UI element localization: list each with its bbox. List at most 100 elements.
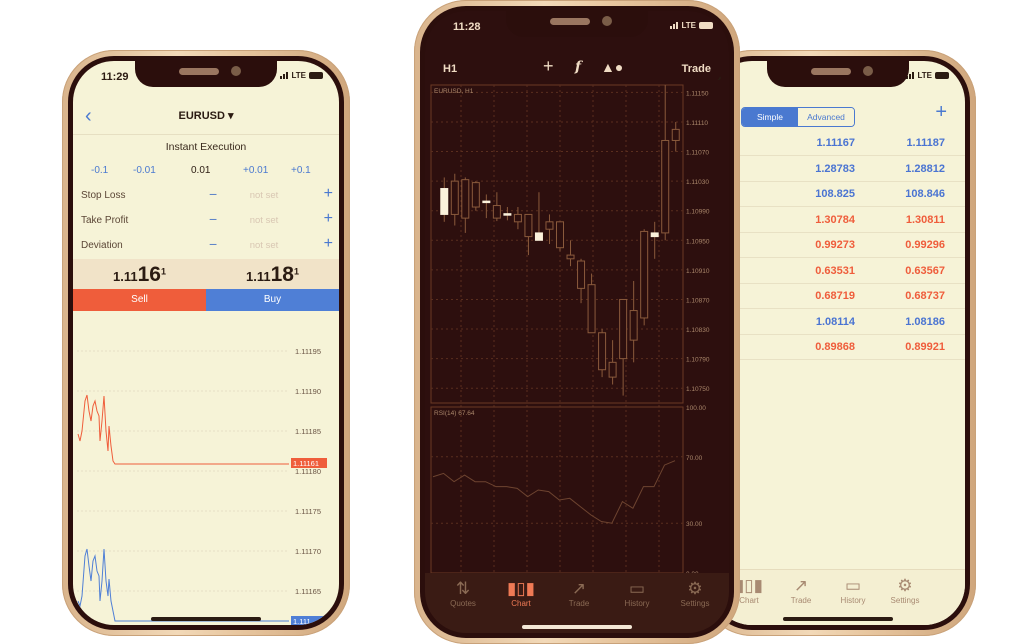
param-row: Take Profit − not set + bbox=[73, 210, 339, 234]
add-symbol-icon[interactable]: + bbox=[935, 101, 947, 124]
segment-simple[interactable]: Simple bbox=[742, 108, 798, 126]
phone-chart: 11:28 LTE H1 + f ▲● Trade 1.11150 1.11110… bbox=[414, 0, 740, 644]
execution-mode[interactable]: Instant Execution bbox=[73, 141, 339, 153]
quote-row[interactable]: 1.30784 1.30811 bbox=[711, 208, 965, 233]
bid-price: 1.30784 bbox=[815, 213, 855, 226]
tab-settings[interactable]: ⚙ Settings bbox=[665, 579, 725, 608]
shapes-icon[interactable]: ▲● bbox=[601, 59, 623, 75]
param-value-input[interactable]: not set bbox=[239, 190, 289, 201]
candle bbox=[566, 240, 575, 267]
home-indicator bbox=[783, 617, 893, 621]
candle-body bbox=[482, 200, 491, 204]
notch bbox=[135, 61, 277, 87]
symbol-selector[interactable]: EURUSD ▾ bbox=[73, 109, 339, 122]
candle-body bbox=[640, 230, 649, 319]
quote-row[interactable]: 0.63531 0.63567 bbox=[711, 259, 965, 284]
param-row: Stop Loss − not set + bbox=[73, 185, 339, 209]
candle bbox=[482, 194, 491, 219]
phone-order: 11:29 LTE ‹ EURUSD ▾ Instant Execution -… bbox=[62, 50, 350, 636]
ask-price: 0.89921 bbox=[905, 341, 945, 353]
rsi-title: RSI(14) 67.64 bbox=[434, 410, 475, 417]
quote-row[interactable]: 1.08114 1.08186 bbox=[711, 310, 965, 335]
candlestick-chart[interactable]: 1.11150 1.11110 1.11070 1.11030 1.10990 1.109… bbox=[425, 81, 729, 591]
status-time: 11:29 bbox=[101, 71, 129, 83]
candle bbox=[587, 273, 596, 334]
volume-minus-0.1[interactable]: -0.1 bbox=[91, 165, 108, 176]
home-indicator bbox=[522, 625, 632, 629]
ask-price: 1.08186 bbox=[905, 315, 945, 328]
candle-body bbox=[587, 284, 596, 334]
bid-price: 0.68719 bbox=[815, 290, 855, 302]
candle-body bbox=[534, 232, 543, 241]
price-axis-label: 1.11110 bbox=[686, 120, 708, 127]
timeframe-button[interactable]: H1 bbox=[443, 63, 457, 75]
tab-trade[interactable]: ↗ Trade bbox=[771, 576, 831, 605]
bid-price: 1.11167 bbox=[816, 137, 855, 149]
bid-price: 0.89868 bbox=[815, 341, 855, 353]
tab-chart[interactable]: ▮▯▮ Chart bbox=[491, 579, 551, 608]
candle-body bbox=[629, 310, 638, 341]
quote-row[interactable]: 0.68719 0.68737 bbox=[711, 284, 965, 309]
tab-label: Settings bbox=[890, 596, 920, 605]
price-panel: 1.11161 1.11181 bbox=[73, 259, 339, 289]
minus-icon[interactable]: − bbox=[209, 211, 217, 227]
candle-body bbox=[661, 139, 670, 234]
indicators-icon[interactable]: f bbox=[575, 59, 581, 75]
plus-icon[interactable]: + bbox=[324, 235, 333, 253]
plus-icon[interactable]: + bbox=[324, 185, 333, 203]
volume-plus-0.01[interactable]: +0.01 bbox=[243, 165, 268, 176]
candle-body bbox=[545, 221, 554, 230]
param-value-input[interactable]: not set bbox=[239, 215, 289, 226]
ask-price: 1.28812 bbox=[905, 162, 945, 175]
quote-row[interactable]: 1.11167 1.11187 bbox=[711, 131, 965, 156]
param-value-input[interactable]: not set bbox=[239, 240, 289, 251]
tab-label: Trade bbox=[790, 596, 812, 605]
candle-body bbox=[524, 213, 533, 238]
candle bbox=[661, 85, 670, 241]
volume-minus-0.01[interactable]: -0.01 bbox=[133, 165, 156, 176]
candle bbox=[598, 329, 607, 378]
crosshair-icon[interactable]: + bbox=[543, 56, 554, 77]
ask-price: 0.68737 bbox=[905, 290, 945, 302]
tab-label: Settings bbox=[680, 599, 710, 608]
minus-icon[interactable]: − bbox=[209, 236, 217, 252]
sell-button[interactable]: Sell bbox=[73, 289, 206, 311]
battery-icon bbox=[935, 72, 949, 79]
candle bbox=[524, 213, 533, 256]
quote-row[interactable]: 0.89868 0.89921 bbox=[711, 335, 965, 360]
plus-icon[interactable]: + bbox=[324, 210, 333, 228]
candle-body bbox=[577, 260, 586, 289]
price-axis-label: 1.11190 bbox=[295, 387, 321, 396]
bid-price: 108.825 bbox=[815, 188, 855, 200]
tab-history[interactable]: ▭ History bbox=[607, 579, 667, 608]
buy-price: 1.11181 bbox=[246, 263, 299, 286]
quote-row[interactable]: 1.28783 1.28812 bbox=[711, 157, 965, 182]
trade-button[interactable]: Trade bbox=[682, 63, 711, 75]
quote-row[interactable]: 0.99273 0.99296 bbox=[711, 233, 965, 258]
candle bbox=[545, 214, 554, 244]
quotes-screen: 8 LTE Simple Advanced + 1.11167 1.11187 1.… bbox=[711, 61, 965, 625]
price-axis-label: 1.10990 bbox=[686, 209, 710, 216]
quote-row[interactable]: 108.825 108.846 bbox=[711, 182, 965, 207]
ask-price: 108.846 bbox=[905, 188, 945, 200]
tab-quotes[interactable]: ⇅ Quotes bbox=[433, 579, 493, 608]
buy-button[interactable]: Buy bbox=[206, 289, 339, 311]
volume-value[interactable]: 0.01 bbox=[191, 165, 210, 176]
history-icon: ▭ bbox=[844, 576, 862, 595]
ask-marker-label: 1.111.. bbox=[293, 617, 315, 625]
segment-advanced[interactable]: Advanced bbox=[798, 108, 854, 126]
param-label: Take Profit bbox=[81, 215, 129, 226]
tab-history[interactable]: ▭ History bbox=[823, 576, 883, 605]
tab-settings[interactable]: ⚙ Settings bbox=[875, 576, 935, 605]
minus-icon[interactable]: − bbox=[209, 186, 217, 202]
candle-body bbox=[461, 179, 470, 219]
battery-icon bbox=[699, 22, 713, 29]
tab-trade[interactable]: ↗ Trade bbox=[549, 579, 609, 608]
param-label: Deviation bbox=[81, 240, 123, 251]
price-axis-label: 1.10910 bbox=[686, 268, 710, 275]
candle-body bbox=[619, 298, 628, 360]
status-time: 8 bbox=[715, 71, 722, 83]
volume-plus-0.1[interactable]: +0.1 bbox=[291, 165, 311, 176]
bid-marker-label: 1.11161 bbox=[293, 459, 319, 468]
price-axis-label: 1.10870 bbox=[686, 297, 710, 304]
